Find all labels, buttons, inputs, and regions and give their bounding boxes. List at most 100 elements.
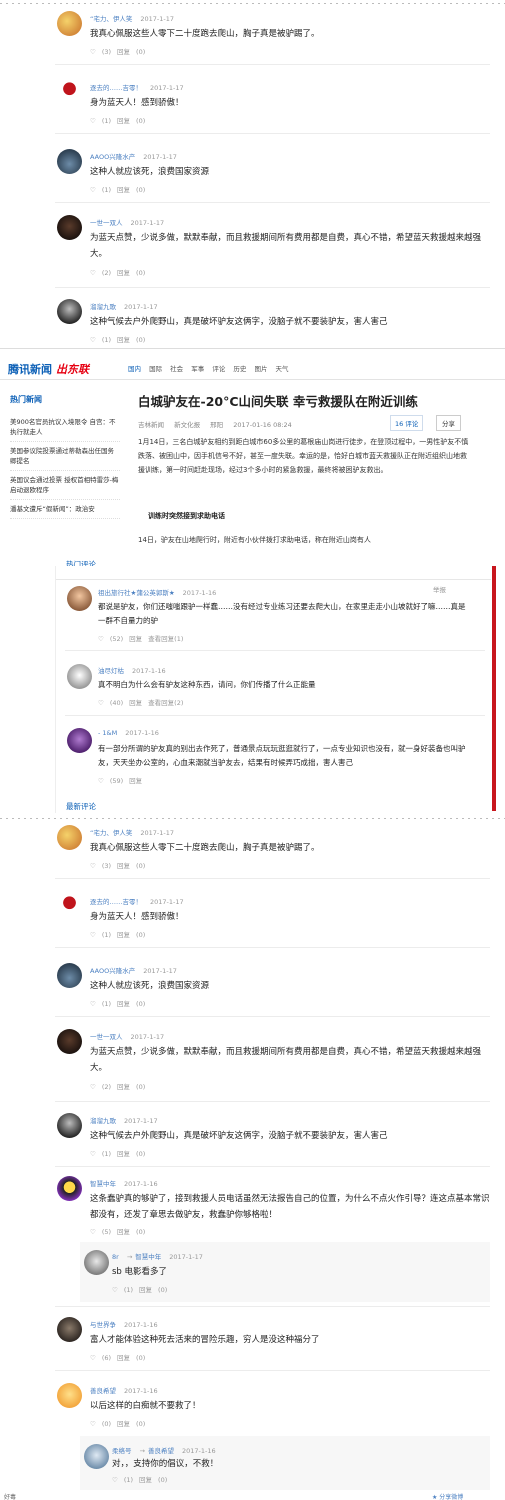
comment-author[interactable]: 逐去的……吉零！ — [90, 84, 142, 92]
nav-item-history[interactable]: 历史 — [233, 365, 246, 373]
like-icon[interactable]: ♡ — [90, 336, 96, 344]
like-icon[interactable]: ♡ — [90, 931, 96, 939]
comment-author[interactable]: AAOO兴隆水产 — [90, 967, 135, 975]
like-icon[interactable]: ♡ — [90, 1000, 96, 1008]
reply-button[interactable]: 回复 — [129, 777, 142, 785]
nav-item-world[interactable]: 国际 — [149, 365, 162, 373]
reply-button[interactable]: 回复 — [117, 269, 130, 277]
comment-author[interactable]: 智慧中年 — [90, 1180, 116, 1188]
reply-button[interactable]: 回复 — [117, 186, 130, 194]
share-button[interactable]: 分享 — [436, 415, 461, 431]
comment-author[interactable]: 一世一双人 — [90, 1033, 123, 1041]
comment-author[interactable]: “宅力、伊人笑 — [90, 15, 132, 23]
avatar[interactable] — [67, 728, 92, 753]
avatar[interactable] — [57, 963, 82, 988]
comment-author[interactable]: AAOO兴隆水产 — [90, 153, 135, 161]
avatar[interactable] — [84, 1250, 109, 1275]
like-icon[interactable]: ♡ — [90, 186, 96, 194]
avatar[interactable] — [67, 586, 92, 611]
reply-author[interactable]: 柔络号 — [112, 1447, 132, 1455]
like-icon[interactable]: ♡ — [90, 1150, 96, 1158]
avatar[interactable] — [57, 299, 82, 324]
like-icon[interactable]: ♡ — [90, 1083, 96, 1091]
reply-target[interactable]: 智慧中年 — [135, 1253, 161, 1261]
nav-item-opinion[interactable]: 评论 — [212, 365, 225, 373]
article-source[interactable]: 吉林新闻 — [138, 421, 164, 429]
comment-author[interactable]: 溜溜九歌 — [90, 1117, 116, 1125]
reply-button[interactable]: 回复 — [117, 1150, 130, 1158]
like-icon[interactable]: ♡ — [90, 862, 96, 870]
comment-author[interactable]: 祖出旅行社★蒲公英郭斯★ — [98, 589, 175, 597]
avatar[interactable] — [57, 215, 82, 240]
comment-author[interactable]: 油尽灯枯 — [98, 667, 124, 675]
avatar[interactable] — [57, 80, 82, 105]
reply-button[interactable]: 回复 — [129, 699, 142, 707]
avatar[interactable] — [57, 1317, 82, 1342]
nav-item-military[interactable]: 军事 — [191, 365, 204, 373]
sidebar-news-link[interactable]: 潘基文遭斥“假新闻”：政治安 — [10, 500, 120, 519]
reply-button[interactable]: 回复 — [117, 336, 130, 344]
view-replies-link[interactable]: 查看回复(2) — [148, 699, 183, 707]
reply-button[interactable]: 回复 — [117, 931, 130, 939]
sidebar-news-link[interactable]: 美900名官员抗议入境限令 自宫：不执行就走人 — [10, 413, 120, 442]
report-link[interactable]: 举报 — [433, 584, 446, 594]
reply-button[interactable]: 回复 — [117, 117, 130, 125]
avatar[interactable] — [57, 825, 82, 850]
comment-count-button[interactable]: 16 评论 — [390, 415, 424, 431]
like-icon[interactable]: ♡ — [98, 777, 104, 785]
comment-author[interactable]: 逐去的……吉零！ — [90, 898, 142, 906]
nav-item-weather[interactable]: 天气 — [276, 365, 289, 373]
avatar[interactable] — [57, 1176, 82, 1201]
sidebar-news-link[interactable]: 英国议会通过投票 授权首相特雷莎-梅启动退欧程序 — [10, 471, 120, 500]
reply-button[interactable]: 回复 — [117, 1000, 130, 1008]
comment-author[interactable]: 一世一双人 — [90, 219, 123, 227]
reply-button[interactable]: 回复 — [117, 1354, 130, 1362]
view-replies-link[interactable]: 查看回复(1) — [148, 635, 183, 643]
comment-author[interactable]: 与世界争 — [90, 1321, 116, 1329]
bottom-bar: 好毒 ★ 分享微博 — [0, 1492, 505, 1500]
reply-target[interactable]: 善良希望 — [148, 1447, 174, 1455]
avatar[interactable] — [67, 664, 92, 689]
reply-button[interactable]: 回复 — [117, 1228, 130, 1236]
like-icon[interactable]: ♡ — [98, 635, 104, 643]
avatar[interactable] — [57, 894, 82, 919]
like-icon[interactable]: ♡ — [90, 1228, 96, 1236]
reply-author[interactable]: 8r — [112, 1253, 119, 1261]
avatar[interactable] — [57, 149, 82, 174]
avatar[interactable] — [57, 11, 82, 36]
avatar[interactable] — [57, 1113, 82, 1138]
comment-author[interactable]: - 1&M — [98, 729, 117, 737]
divider — [55, 878, 490, 879]
reply-button[interactable]: 回复 — [117, 862, 130, 870]
nav-item-photos[interactable]: 图片 — [254, 365, 267, 373]
nav-item-domestic[interactable]: 国内 — [128, 365, 141, 373]
like-icon[interactable]: ♡ — [90, 117, 96, 125]
comment-author[interactable]: 善良希望 — [90, 1387, 116, 1395]
comment-text: 真不明白为什么会有驴友这种东西，请问，你们传播了什么正能量 — [98, 680, 316, 689]
like-icon[interactable]: ♡ — [112, 1476, 118, 1484]
comment-author[interactable]: “宅力、伊人笑 — [90, 829, 132, 837]
reply-button[interactable]: 回复 — [139, 1286, 152, 1294]
nav-item-society[interactable]: 社会 — [170, 365, 183, 373]
reply-button[interactable]: 回复 — [117, 1420, 130, 1428]
article-category[interactable]: 新文化报 — [174, 421, 200, 429]
like-icon[interactable]: ♡ — [112, 1286, 118, 1294]
hot-divider — [56, 579, 491, 580]
avatar[interactable] — [57, 1383, 82, 1408]
tencent-news-logo[interactable]: 腾讯新闻 出东联 — [8, 361, 89, 377]
comment-author[interactable]: 溜溜九歌 — [90, 303, 116, 311]
like-icon[interactable]: ♡ — [98, 699, 104, 707]
reply-button[interactable]: 回复 — [117, 48, 130, 56]
avatar[interactable] — [84, 1444, 109, 1469]
reply-count: (0) — [136, 1420, 146, 1428]
avatar[interactable] — [57, 1029, 82, 1054]
reply-button[interactable]: 回复 — [129, 635, 142, 643]
reply-button[interactable]: 回复 — [139, 1476, 152, 1484]
like-icon[interactable]: ♡ — [90, 1420, 96, 1428]
like-icon[interactable]: ♡ — [90, 48, 96, 56]
sidebar-news-link[interactable]: 美国参议院投票通过蒂勒森出任国务卿提名 — [10, 442, 120, 471]
share-weibo-button[interactable]: ★ 分享微博 — [432, 1492, 463, 1500]
like-icon[interactable]: ♡ — [90, 1354, 96, 1362]
like-icon[interactable]: ♡ — [90, 269, 96, 277]
reply-button[interactable]: 回复 — [117, 1083, 130, 1091]
